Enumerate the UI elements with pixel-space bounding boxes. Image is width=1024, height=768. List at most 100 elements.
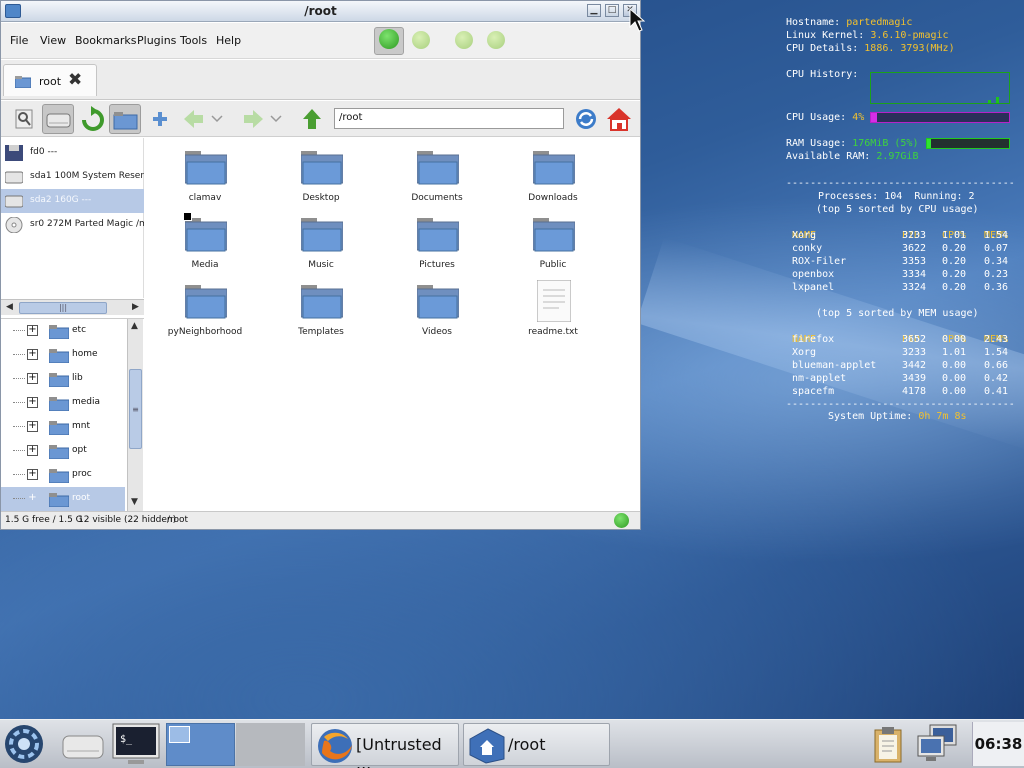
expand-icon[interactable]: + bbox=[27, 469, 38, 480]
tree-item-proc[interactable]: + proc bbox=[1, 463, 125, 487]
devices-horizontal-scrollbar[interactable]: ◀ ||| ▶ bbox=[1, 299, 144, 315]
file-item[interactable]: Videos bbox=[379, 272, 495, 337]
process-cpu: 0.00 bbox=[942, 386, 967, 397]
device-fd0[interactable]: fd0 --- bbox=[1, 141, 144, 165]
maximize-button[interactable]: □ bbox=[605, 4, 619, 17]
menu-file[interactable]: File bbox=[10, 34, 28, 47]
file-item[interactable]: Music bbox=[263, 205, 379, 270]
menu-help[interactable]: Help bbox=[216, 34, 241, 47]
file-name: Public bbox=[539, 260, 567, 270]
location-input[interactable]: /root bbox=[334, 108, 564, 129]
file-item[interactable]: Pictures bbox=[379, 205, 495, 270]
device-sda1[interactable]: sda1 100M System Reserve bbox=[1, 165, 144, 189]
file-item[interactable]: Public bbox=[495, 205, 611, 270]
folder-icon bbox=[301, 285, 343, 319]
file-item[interactable]: readme.txt bbox=[495, 272, 611, 337]
tree-item-etc[interactable]: + etc bbox=[1, 319, 125, 343]
refresh-tree-button[interactable] bbox=[78, 104, 108, 134]
green-led-icon[interactable] bbox=[455, 31, 473, 49]
process-cpu: 0.20 bbox=[942, 256, 967, 267]
process-mem: 1.54 bbox=[984, 230, 1009, 241]
tab-close-icon[interactable]: ✖ bbox=[68, 70, 82, 90]
menu-plugins[interactable]: Plugins bbox=[137, 34, 176, 47]
task-firefox[interactable]: [Untrusted ... bbox=[311, 723, 459, 768]
process-mem: 1.54 bbox=[984, 347, 1009, 358]
file-item[interactable]: Documents bbox=[379, 138, 495, 203]
expand-icon[interactable]: + bbox=[27, 421, 38, 432]
clipboard-applet[interactable] bbox=[870, 722, 906, 766]
clock[interactable]: 06:38 bbox=[972, 722, 1024, 766]
green-led-icon[interactable] bbox=[412, 31, 430, 49]
scrollbar-thumb[interactable]: ≡ bbox=[129, 369, 142, 449]
file-item[interactable]: Desktop bbox=[263, 138, 379, 203]
scrollbar-thumb[interactable]: ||| bbox=[19, 302, 107, 314]
drive-icon bbox=[5, 171, 23, 184]
scroll-left-icon[interactable]: ◀ bbox=[6, 302, 13, 312]
launcher-terminal[interactable]: $_ bbox=[110, 722, 162, 766]
file-item[interactable]: clamav bbox=[147, 138, 263, 203]
tree-vertical-scrollbar[interactable]: ▲ ≡ ▼ bbox=[127, 319, 143, 511]
process-pid: 3439 bbox=[902, 373, 927, 384]
arrow-left-icon bbox=[184, 110, 203, 128]
expand-icon[interactable]: + bbox=[27, 493, 38, 504]
file-item[interactable]: Downloads bbox=[495, 138, 611, 203]
task-file-manager[interactable]: /root bbox=[463, 723, 610, 766]
expand-icon[interactable]: + bbox=[27, 445, 38, 456]
drive-icon bbox=[62, 735, 104, 759]
device-sr0[interactable]: sr0 272M Parted Magic /me bbox=[1, 213, 144, 237]
window-titlebar[interactable]: /root ▁ □ ✕ bbox=[1, 1, 640, 22]
scroll-right-icon[interactable]: ▶ bbox=[132, 302, 139, 312]
file-name: Videos bbox=[422, 327, 452, 337]
file-name: Music bbox=[308, 260, 334, 270]
tree-item-opt[interactable]: + opt bbox=[1, 439, 125, 463]
desktop-pager-1[interactable] bbox=[166, 723, 235, 766]
back-history-button[interactable] bbox=[209, 104, 225, 134]
reload-button[interactable] bbox=[571, 104, 601, 134]
tab-root[interactable]: root ✖ bbox=[3, 64, 97, 96]
search-button[interactable] bbox=[9, 104, 39, 134]
file-item[interactable]: pyNeighborhood bbox=[147, 272, 263, 337]
kernel-label: Linux Kernel: bbox=[786, 30, 865, 41]
new-tab-button[interactable] bbox=[146, 104, 176, 134]
expand-icon[interactable]: + bbox=[27, 373, 38, 384]
tree-item-root[interactable]: + root bbox=[1, 487, 125, 511]
menu-tools[interactable]: Tools bbox=[180, 34, 207, 47]
start-menu-button[interactable] bbox=[2, 722, 46, 766]
expand-icon[interactable]: + bbox=[27, 325, 38, 336]
up-button[interactable] bbox=[297, 104, 327, 134]
tree-item-home[interactable]: + home bbox=[1, 343, 125, 367]
drive-icon bbox=[5, 195, 23, 208]
devices-toggle-button[interactable] bbox=[42, 104, 74, 134]
menu-view[interactable]: View bbox=[40, 34, 66, 47]
network-applet[interactable] bbox=[914, 722, 962, 766]
tree-item-media[interactable]: + media bbox=[1, 391, 125, 415]
launcher-file-manager[interactable] bbox=[58, 722, 108, 766]
device-sda2[interactable]: sda2 160G --- bbox=[1, 189, 144, 213]
file-item[interactable]: Templates bbox=[263, 272, 379, 337]
symlink-badge-icon bbox=[183, 212, 192, 221]
desktop-pager-2[interactable] bbox=[236, 723, 305, 766]
tree-toggle-button[interactable] bbox=[109, 104, 141, 134]
file-item[interactable]: Media bbox=[147, 205, 263, 270]
terminal-icon: $_ bbox=[112, 723, 160, 764]
scroll-down-icon[interactable]: ▼ bbox=[131, 497, 138, 507]
forward-history-button[interactable] bbox=[268, 104, 284, 134]
folder-icon bbox=[49, 421, 69, 435]
tree-item-mnt[interactable]: + mnt bbox=[1, 415, 125, 439]
forward-button[interactable] bbox=[238, 104, 268, 134]
text-file-icon bbox=[537, 280, 571, 322]
process-name: firefox bbox=[792, 334, 835, 345]
process-row: nm-applet 3439 0.00 0.42 bbox=[792, 372, 1012, 385]
expand-icon[interactable]: + bbox=[27, 349, 38, 360]
back-button[interactable] bbox=[179, 104, 209, 134]
tree-item-lib[interactable]: + lib bbox=[1, 367, 125, 391]
process-row: openbox 3334 0.20 0.23 bbox=[792, 268, 1012, 281]
device-label: sda2 160G --- bbox=[30, 195, 92, 205]
expand-icon[interactable]: + bbox=[27, 397, 38, 408]
minimize-button[interactable]: ▁ bbox=[587, 4, 601, 17]
home-button[interactable] bbox=[604, 104, 634, 134]
scroll-up-icon[interactable]: ▲ bbox=[131, 321, 138, 331]
green-led-icon[interactable] bbox=[487, 31, 505, 49]
menu-bookmarks[interactable]: Bookmarks bbox=[75, 34, 136, 47]
process-pid: 3324 bbox=[902, 282, 927, 293]
